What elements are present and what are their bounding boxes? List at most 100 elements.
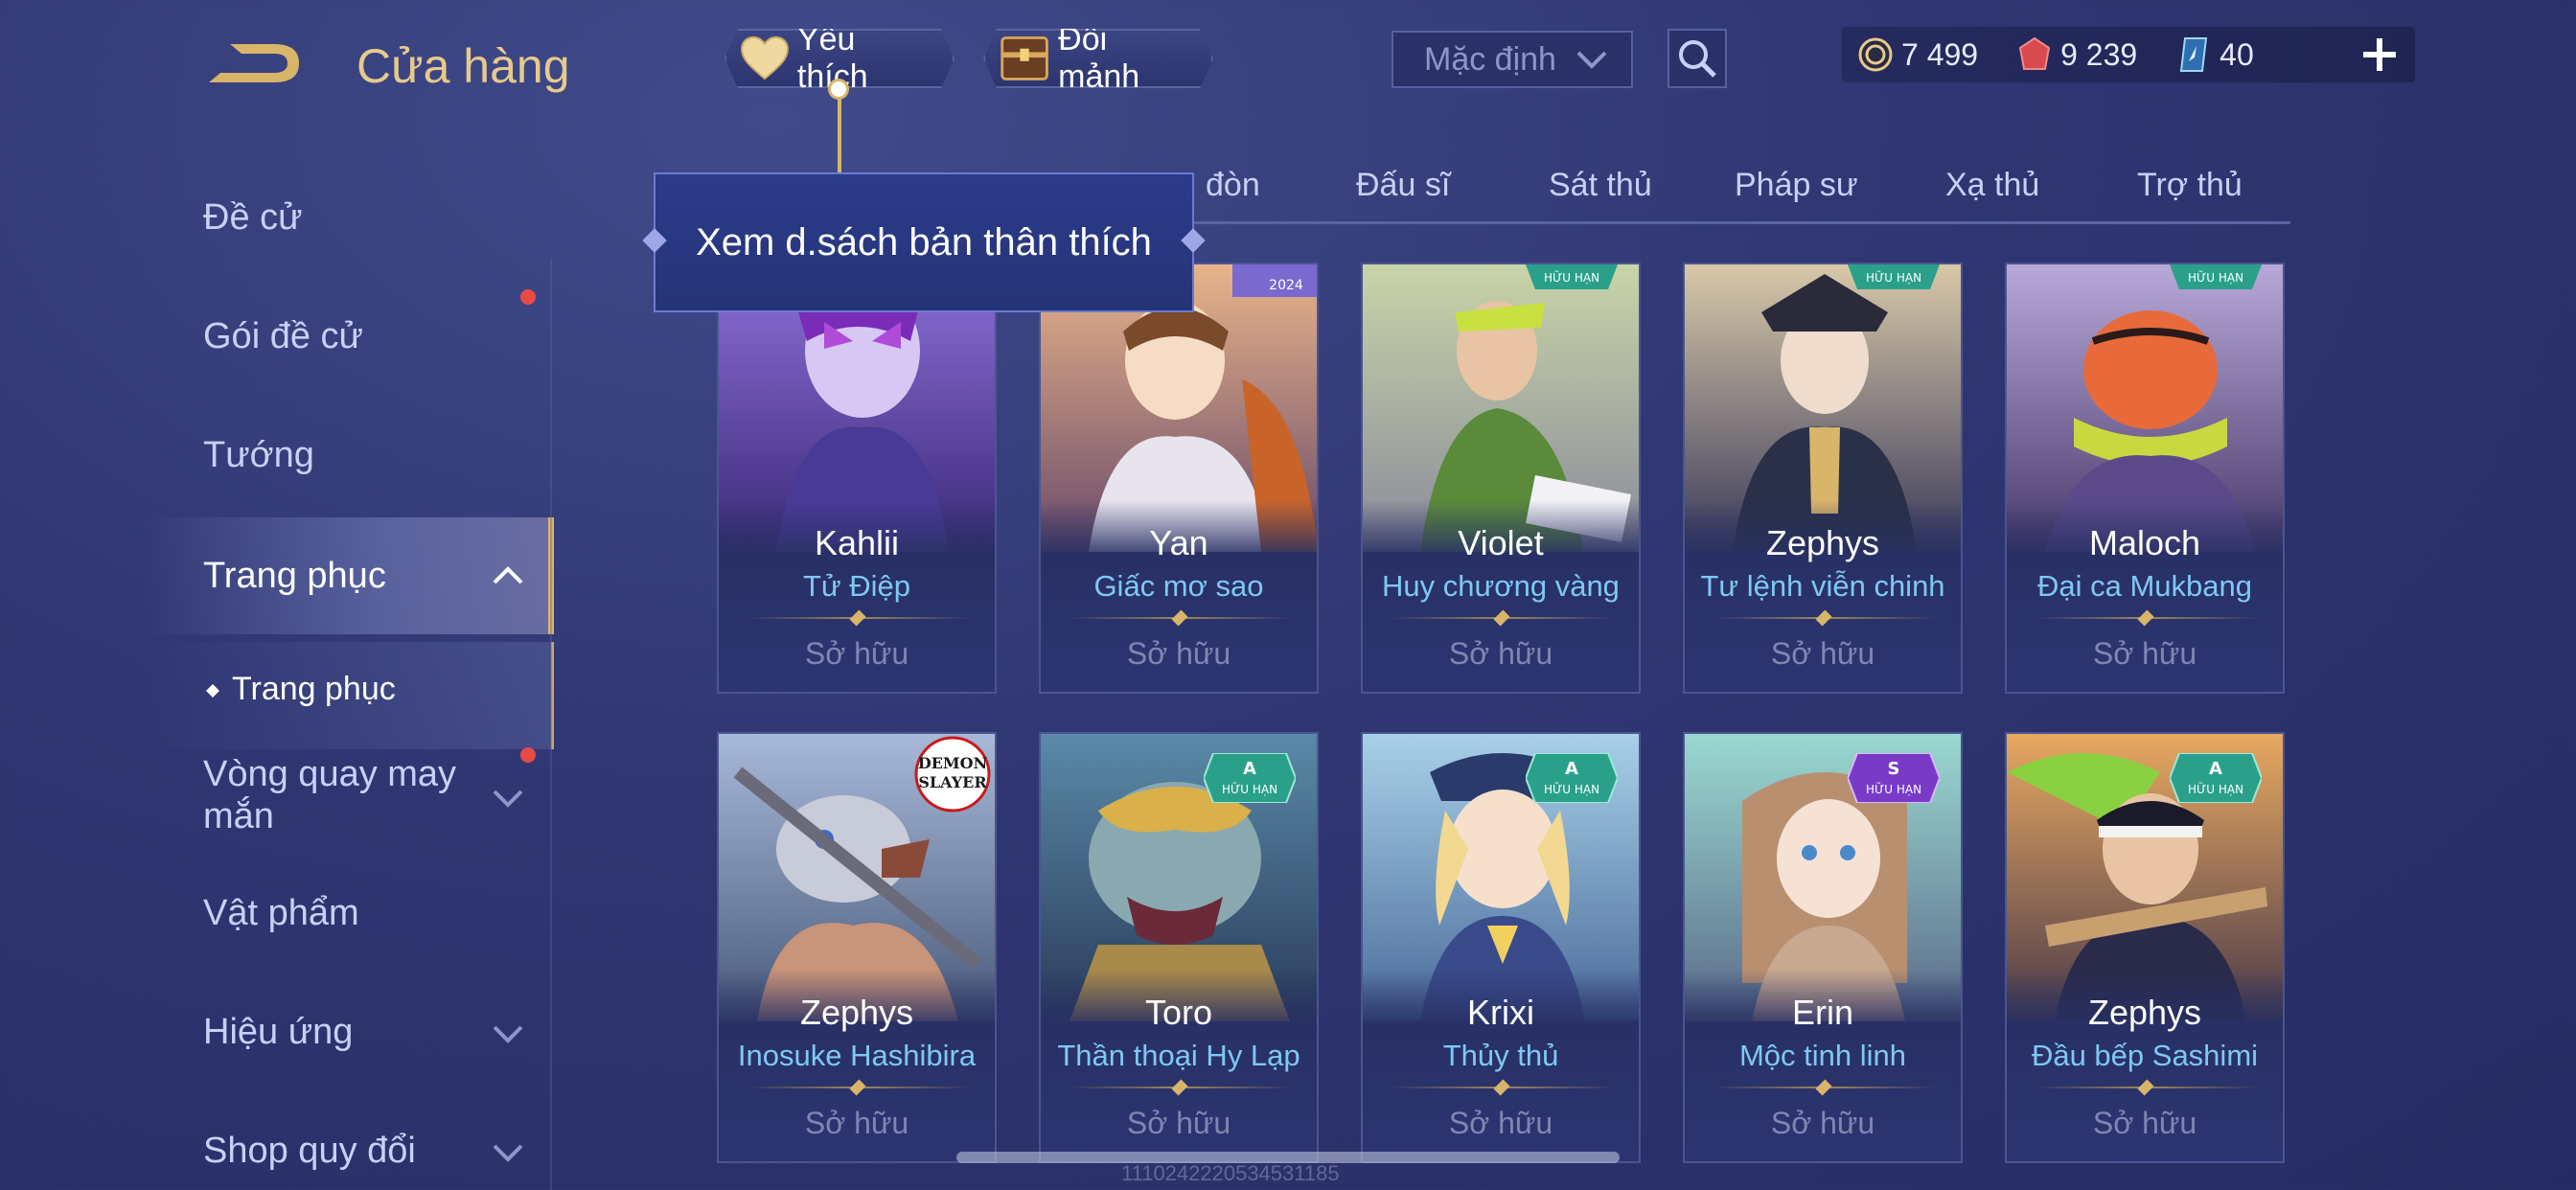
back-arrow-icon[interactable] <box>203 33 309 94</box>
sidebar-item-items[interactable]: Vật phẩm <box>203 893 359 934</box>
sidebar-item-heroes[interactable]: Tướng <box>203 435 314 476</box>
chevron-up-icon[interactable] <box>491 563 525 586</box>
skin-card[interactable]: 2024 Yan Giấc mơ sao Sở hữu <box>1039 263 1319 694</box>
hero-name: Zephys <box>2087 993 2202 1032</box>
demon-slayer-logo: DEMON SLAYER <box>914 736 991 812</box>
svg-text:2024: 2024 <box>1269 278 1303 293</box>
hero-name: Zephys <box>799 993 914 1032</box>
owned-status: Sở hữu <box>1448 636 1553 671</box>
tab-assassin[interactable]: Sát thủ <box>1549 167 1652 204</box>
sidebar-item-bundles[interactable]: Gói đề cử <box>203 316 363 357</box>
hero-name: Yan <box>1149 523 1208 562</box>
sidebar-item-skins[interactable]: Trang phục <box>203 556 386 597</box>
skin-name: Inosuke Hashibira <box>737 1039 977 1072</box>
svg-text:SLAYER: SLAYER <box>918 773 987 791</box>
voucher-value: 9 239 <box>2060 36 2138 72</box>
shard-exchange-button[interactable]: Đổi mảnh <box>983 29 1213 88</box>
hero-name: Violet <box>1458 523 1544 562</box>
voucher-gem-icon <box>2018 36 2051 70</box>
add-currency-icon[interactable] <box>2359 34 2400 75</box>
diamond-bullet-icon <box>206 684 219 698</box>
event-2024-badge: 2024 <box>1232 264 1317 297</box>
limited-badge: HỮU HẠN <box>1848 264 1940 289</box>
tier-a-limited-badge: A HỮU HẠN <box>2170 753 2262 803</box>
skin-card[interactable]: A HỮU HẠN Krixi Thủy thủ Sở hữu <box>1361 732 1641 1163</box>
limited-badge: HỮU HẠN <box>2170 264 2262 289</box>
skin-name: Đầu bếp Sashimi <box>2031 1039 2259 1072</box>
sidebar-item-exchange-shop[interactable]: Shop quy đổi <box>203 1131 416 1172</box>
owned-status: Sở hữu <box>2092 636 2197 671</box>
chevron-down-icon[interactable] <box>491 1140 525 1163</box>
skin-card[interactable]: A HỮU HẠN Toro Thần thoại Hy Lạp Sở hữu <box>1039 732 1319 1163</box>
favorites-tooltip: Xem d.sách bản thân thích <box>642 172 1206 312</box>
hero-name: Maloch <box>2088 523 2201 562</box>
owned-status: Sở hữu <box>804 1106 909 1140</box>
currency-bar: 7 499 9 239 40 <box>1842 27 2415 82</box>
svg-text:HỮU HẠN: HỮU HẠN <box>2188 782 2243 796</box>
tab-tank[interactable]: đòn <box>1206 167 1260 204</box>
svg-text:HỮU HẠN: HỮU HẠN <box>1222 782 1277 796</box>
gold-value: 7 499 <box>1901 36 1979 72</box>
sidebar: Đề cử Gói đề cử Tướng Trang phục Trang p… <box>0 153 554 1190</box>
svg-text:HỮU HẠN: HỮU HẠN <box>1866 782 1921 796</box>
gold-balance: 7 499 <box>1857 36 1978 73</box>
skin-card[interactable]: A HỮU HẠN Zephys Đầu bếp Sashimi Sở hữu <box>2005 732 2285 1163</box>
tier-a-limited-badge: A HỮU HẠN <box>1526 753 1618 803</box>
skin-card[interactable]: HỮU HẠN Violet Huy chương vàng Sở hữu <box>1361 263 1641 694</box>
page-title: Cửa hàng <box>356 39 570 93</box>
tab-fighter[interactable]: Đấu sĩ <box>1356 167 1450 204</box>
skin-card[interactable]: HỮU HẠN Zephys Tư lệnh viễn chinh Sở hữu <box>1683 263 1963 694</box>
svg-text:A: A <box>1243 759 1256 779</box>
owned-status: Sở hữu <box>1126 636 1231 671</box>
tooltip-text: Xem d.sách bản thân thích <box>696 220 1152 263</box>
tab-mage[interactable]: Pháp sư <box>1735 167 1858 204</box>
skin-card[interactable]: S HỮU HẠN Erin Mộc tinh linh Sở hữu <box>1683 732 1963 1163</box>
skin-card[interactable]: DEMON SLAYER Zephys Inosuke Hashibira Sở… <box>717 732 997 1163</box>
tab-support[interactable]: Trợ thủ <box>2137 167 2242 204</box>
search-icon <box>1679 40 1716 78</box>
svg-text:A: A <box>2209 759 2222 779</box>
skin-name: Tử Điệp <box>802 569 911 603</box>
owned-status: Sở hữu <box>1770 636 1875 671</box>
svg-text:A: A <box>1565 759 1578 779</box>
sort-value: Mặc định <box>1424 40 1556 78</box>
tooltip-pointer-dot <box>828 79 849 100</box>
owned-status: Sở hữu <box>804 636 909 671</box>
skin-name: Thần thoại Hy Lạp <box>1057 1039 1300 1072</box>
tab-marksman[interactable]: Xạ thủ <box>1945 167 2039 204</box>
chevron-down-icon[interactable] <box>491 1021 525 1044</box>
skin-name: Giấc mơ sao <box>1093 569 1264 603</box>
svg-text:HỮU HẠN: HỮU HẠN <box>2188 270 2243 285</box>
skin-card[interactable]: Kahlii Tử Điệp Sở hữu <box>717 263 997 694</box>
owned-status: Sở hữu <box>1126 1106 1231 1140</box>
hero-name: Krixi <box>1467 993 1534 1032</box>
shard-exchange-label: Đổi mảnh <box>1058 21 1140 95</box>
svg-text:S: S <box>1888 759 1900 779</box>
sidebar-item-lucky-spin[interactable]: Vòng quay may mắn <box>203 753 472 837</box>
skin-card[interactable]: HỮU HẠN Maloch Đại ca Mukbang Sở hữu <box>2005 263 2285 694</box>
owned-status: Sở hữu <box>2092 1106 2197 1140</box>
sidebar-subitem-skins[interactable]: Trang phục <box>232 671 396 708</box>
owned-status: Sở hữu <box>1448 1106 1553 1140</box>
skin-name: Thủy thủ <box>1442 1039 1559 1072</box>
diamond-balance: 40 <box>2175 36 2254 73</box>
diamond-card-icon <box>2180 37 2208 72</box>
watermark-id: 1110242220534531185 <box>1121 1161 1340 1185</box>
sidebar-item-recommended[interactable]: Đề cử <box>203 197 303 239</box>
favorites-label: Yêu thích <box>796 21 868 95</box>
tooltip-gem-right <box>1181 228 1206 253</box>
chevron-down-icon[interactable] <box>491 786 525 809</box>
skin-name: Mộc tinh linh <box>1738 1039 1907 1072</box>
tier-s-limited-badge: S HỮU HẠN <box>1848 753 1940 803</box>
search-button[interactable] <box>1668 29 1727 88</box>
chest-icon <box>999 33 1050 84</box>
tooltip-gem-left <box>642 228 667 253</box>
diamond-value: 40 <box>2220 36 2254 72</box>
sidebar-item-effects[interactable]: Hiệu ứng <box>203 1012 353 1053</box>
sort-dropdown[interactable]: Mặc định <box>1392 31 1633 88</box>
skin-name: Đại ca Mukbang <box>2036 569 2252 603</box>
hero-name: Erin <box>1791 993 1854 1032</box>
svg-text:HỮU HẠN: HỮU HẠN <box>1544 270 1599 285</box>
svg-text:DEMON: DEMON <box>918 754 987 772</box>
notification-dot <box>520 289 536 305</box>
